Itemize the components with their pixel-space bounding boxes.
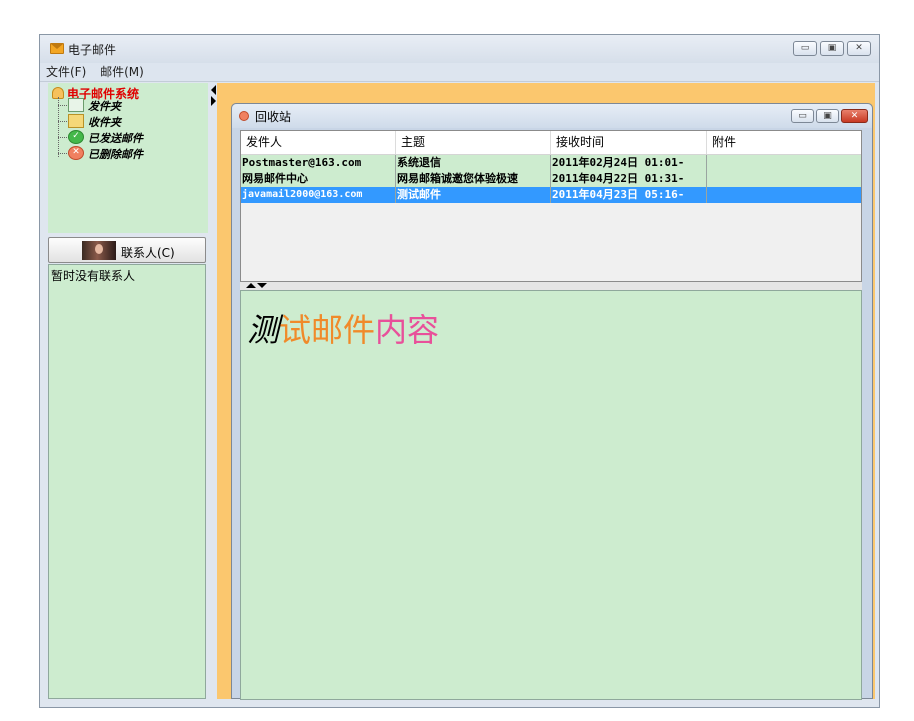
cell-time: 2011年04月23日 05:16- (551, 187, 707, 203)
content-segment: 测 (247, 311, 280, 349)
mail-envelope-icon (50, 43, 64, 54)
cell-time: 2011年04月22日 01:31- (551, 171, 707, 187)
tree-item-label: 已发送邮件 (88, 132, 143, 145)
outbox-icon (68, 98, 84, 112)
content-segment: 试邮件 (279, 311, 376, 349)
pane-splitter[interactable] (209, 83, 217, 699)
tree-connector (58, 97, 60, 157)
folder-tree: 电子邮件系统 发件夹 收件夹 ✓ 已发送邮件 ✕ 已删除邮件 (48, 83, 208, 233)
window-title: 电子邮件 (68, 43, 117, 57)
table-row-selected[interactable]: javamail2000@163.com 测试邮件 2011年04月23日 05… (241, 187, 861, 203)
contacts-empty-text: 暂时没有联系人 (51, 269, 136, 283)
table-row[interactable]: Postmaster@163.com 系统退信 2011年02月24日 01:0… (241, 155, 861, 171)
column-header-sender[interactable]: 发件人 (241, 131, 396, 154)
cell-sender: Postmaster@163.com (241, 155, 396, 171)
child-window-title: 回收站 (255, 110, 292, 124)
column-header-time[interactable]: 接收时间 (551, 131, 707, 154)
list-reader-splitter[interactable] (240, 282, 862, 290)
child-window-controls: ▭ ▣ ✕ (791, 109, 868, 123)
maximize-button[interactable]: ▣ (820, 41, 844, 56)
child-title-bar[interactable]: 回收站 ▭ ▣ ✕ (232, 104, 872, 128)
contacts-button-label: 联系人(C) (121, 246, 175, 260)
expand-right-icon[interactable] (211, 96, 216, 106)
recycle-bin-window: 回收站 ▭ ▣ ✕ 发件人 主题 接收时间 附件 Postmaster@163.… (231, 103, 873, 700)
collapse-left-icon[interactable] (211, 85, 216, 95)
mdi-area: 回收站 ▭ ▣ ✕ 发件人 主题 接收时间 附件 Postmaster@163.… (217, 83, 875, 700)
menu-bar: 文件(F) 邮件(M) (40, 63, 879, 82)
recycle-bin-icon (239, 111, 249, 121)
table-row[interactable]: 网易邮件中心 网易邮箱诚邀您体验极速 2011年04月22日 01:31- (241, 171, 861, 187)
contacts-list[interactable]: 暂时没有联系人 (48, 264, 206, 699)
contacts-button[interactable]: 联系人(C) (48, 237, 206, 263)
menu-mail[interactable]: 邮件(M) (94, 63, 148, 81)
content-segment: 内容 (375, 311, 440, 349)
minimize-button[interactable]: ▭ (793, 41, 817, 56)
mail-list-header: 发件人 主题 接收时间 附件 (241, 131, 861, 155)
inbox-icon (68, 114, 84, 128)
cell-subject: 网易邮箱诚邀您体验极速 (396, 171, 551, 187)
cell-attachment (707, 187, 863, 203)
expand-down-icon[interactable] (257, 283, 267, 288)
column-header-subject[interactable]: 主题 (396, 131, 551, 154)
title-bar[interactable]: 电子邮件 ▭ ▣ ✕ (40, 35, 879, 63)
child-minimize-button[interactable]: ▭ (791, 109, 814, 123)
cell-sender: javamail2000@163.com (241, 187, 396, 203)
cell-subject: 系统退信 (396, 155, 551, 171)
collapse-up-icon[interactable] (246, 283, 256, 288)
tree-item-label: 发件夹 (88, 100, 121, 113)
cell-time: 2011年02月24日 01:01- (551, 155, 707, 171)
deleted-x-icon: ✕ (68, 146, 84, 160)
cell-attachment (707, 171, 863, 187)
mail-reader[interactable]: 测试邮件内容 (240, 290, 862, 700)
mail-content: 测试邮件内容 (247, 305, 439, 351)
tree-item-label: 收件夹 (88, 116, 121, 129)
main-window: 电子邮件 ▭ ▣ ✕ 文件(F) 邮件(M) 电子邮件系统 发件夹 收件夹 ✓ … (39, 34, 880, 708)
mail-list[interactable]: 发件人 主题 接收时间 附件 Postmaster@163.com 系统退信 2… (240, 130, 862, 282)
cell-attachment (707, 155, 863, 171)
sent-check-icon: ✓ (68, 130, 84, 144)
close-button[interactable]: ✕ (847, 41, 871, 56)
cell-subject: 测试邮件 (396, 187, 551, 203)
column-header-attachment[interactable]: 附件 (707, 131, 863, 154)
child-maximize-button[interactable]: ▣ (816, 109, 839, 123)
child-close-button[interactable]: ✕ (841, 109, 868, 123)
cell-sender: 网易邮件中心 (241, 171, 396, 187)
tree-item-label: 已删除邮件 (88, 148, 143, 161)
left-pane: 电子邮件系统 发件夹 收件夹 ✓ 已发送邮件 ✕ 已删除邮件 联系人(C) 暂时… (48, 83, 208, 699)
menu-file[interactable]: 文件(F) (40, 63, 90, 81)
avatar (82, 241, 116, 260)
window-controls: ▭ ▣ ✕ (793, 41, 871, 56)
